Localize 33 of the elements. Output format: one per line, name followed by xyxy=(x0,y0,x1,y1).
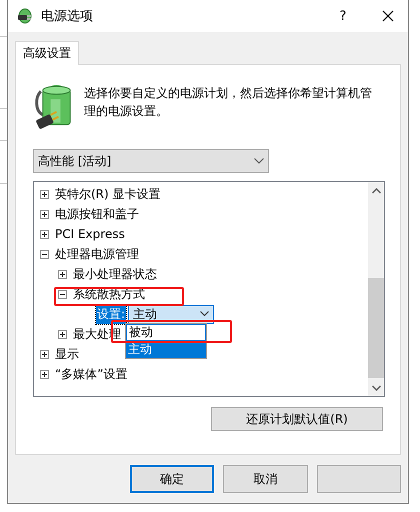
chevron-icon xyxy=(254,158,264,164)
chevron-icon xyxy=(200,311,210,317)
scrollbar[interactable] xyxy=(368,182,384,396)
expand-icon[interactable] xyxy=(40,230,49,238)
tree-item[interactable]: “多媒体”设置 xyxy=(55,366,128,382)
scroll-down-icon[interactable] xyxy=(372,384,380,390)
power-plug-icon xyxy=(16,7,34,25)
expand-icon[interactable] xyxy=(58,270,67,278)
expand-icon[interactable] xyxy=(40,190,49,198)
window-title: 电源选项 xyxy=(41,8,94,25)
collapse-icon[interactable] xyxy=(40,250,49,258)
tree-item[interactable]: 英特尔(R) 显卡设置 xyxy=(55,186,161,202)
tree-item[interactable]: 最小处理器状态 xyxy=(73,266,157,282)
dialog-button[interactable]: 取消 xyxy=(223,465,308,493)
plan-select[interactable]: 高性能 [活动] xyxy=(33,149,269,173)
expand-icon[interactable] xyxy=(58,330,67,338)
expand-icon[interactable] xyxy=(40,370,49,378)
tree-item[interactable]: 处理器电源管理 xyxy=(55,246,139,262)
help-button[interactable]: ? xyxy=(333,8,353,24)
tree-item[interactable]: 电源按钮和盖子 xyxy=(55,206,139,222)
expand-icon[interactable] xyxy=(40,350,49,358)
close-icon[interactable] xyxy=(382,10,394,22)
description-text: 选择你要自定义的电源计划，然后选择你希望计算机管理的电源设置。 xyxy=(84,85,374,120)
tree-item[interactable]: PCI Express xyxy=(55,227,125,241)
restore-defaults-button[interactable]: 还原计划默认值(R) xyxy=(211,407,383,431)
collapse-icon[interactable] xyxy=(58,290,67,298)
scroll-thumb[interactable] xyxy=(368,278,384,378)
expand-icon[interactable] xyxy=(40,210,49,218)
dialog-button[interactable]: 确定 xyxy=(130,465,214,493)
scroll-up-icon[interactable] xyxy=(372,188,380,194)
tree-item[interactable]: 显示 xyxy=(55,346,79,362)
tab[interactable]: 高级设置 xyxy=(15,41,79,65)
dropdown-option[interactable]: 被动 xyxy=(126,324,206,340)
